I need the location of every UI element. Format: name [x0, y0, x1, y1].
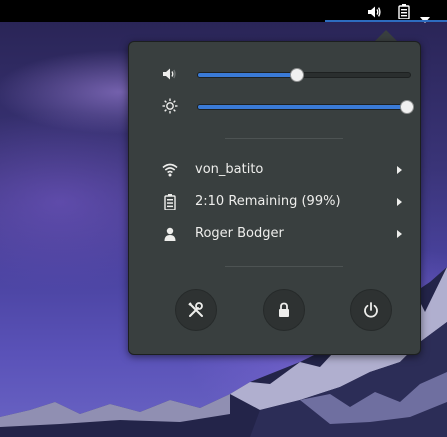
top-bar — [0, 0, 447, 23]
brightness-slider[interactable] — [197, 100, 414, 114]
status-area[interactable] — [325, 0, 447, 23]
audio-volume-medium-icon — [162, 66, 178, 86]
brightness-slider-handle[interactable] — [400, 100, 414, 114]
volume-slider-fill — [198, 73, 296, 77]
power-icon — [364, 302, 378, 318]
user-icon — [162, 226, 178, 246]
menu-item-battery[interactable]: 2:10 Remaining (99%) — [129, 187, 420, 217]
chevron-right-icon — [397, 166, 402, 174]
system-status-menu: von_batito 2:10 Remaining (99%) Roger Bo… — [128, 41, 421, 355]
volume-slider[interactable] — [197, 68, 411, 82]
menu-pointer-arrow — [375, 30, 397, 41]
separator — [225, 266, 343, 267]
lock-button[interactable] — [263, 289, 305, 331]
brightness-icon — [162, 98, 178, 118]
menu-item-wifi[interactable]: von_batito — [129, 155, 420, 185]
settings-button[interactable] — [175, 289, 217, 331]
wifi-network-label: von_batito — [195, 162, 264, 177]
battery-icon — [162, 194, 178, 214]
chevron-right-icon — [397, 230, 402, 238]
power-button[interactable] — [350, 289, 392, 331]
battery-status-label: 2:10 Remaining (99%) — [195, 194, 341, 209]
menu-item-user[interactable]: Roger Bodger — [129, 219, 420, 249]
chevron-down-icon — [420, 8, 430, 27]
user-name-label: Roger Bodger — [195, 226, 284, 241]
chevron-right-icon — [397, 198, 402, 206]
volume-slider-handle[interactable] — [290, 68, 304, 82]
volume-slider-row — [129, 62, 420, 86]
lock-icon — [279, 302, 289, 317]
brightness-slider-fill — [198, 105, 410, 109]
settings-icon — [188, 302, 203, 317]
status-area-active-indicator — [325, 20, 447, 22]
separator — [225, 138, 343, 139]
brightness-slider-row — [129, 94, 420, 118]
wifi-icon — [162, 162, 178, 182]
